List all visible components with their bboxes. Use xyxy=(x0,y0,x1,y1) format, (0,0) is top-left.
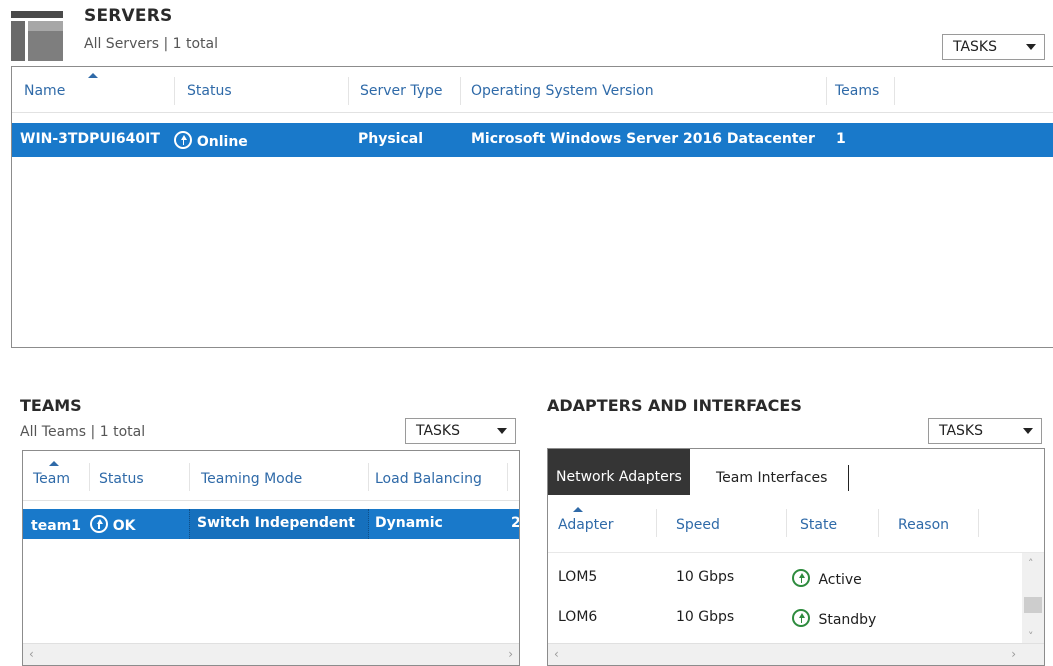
adapter-state-label: Standby xyxy=(818,612,877,628)
team-truncated-column: 2 xyxy=(511,515,520,531)
column-separator[interactable] xyxy=(368,463,369,491)
sort-ascending-icon xyxy=(88,73,98,78)
team-status: team1 OK xyxy=(31,515,135,534)
column-separator[interactable] xyxy=(978,509,979,537)
column-separator[interactable] xyxy=(89,463,90,491)
column-header-reason[interactable]: Reason xyxy=(898,517,949,533)
server-os: Microsoft Windows Server 2016 Datacenter xyxy=(471,131,815,147)
teams-title: TEAMS xyxy=(20,396,82,415)
servers-tasks-button[interactable]: TASKS xyxy=(942,34,1045,60)
adapter-speed: 10 Gbps xyxy=(676,569,735,585)
servers-tasks-label: TASKS xyxy=(953,39,997,55)
scroll-down-icon[interactable]: ˅ xyxy=(1028,630,1034,643)
column-header-server-type[interactable]: Server Type xyxy=(360,83,443,99)
scroll-right-icon[interactable]: › xyxy=(508,647,513,661)
horizontal-scrollbar[interactable]: ‹ › xyxy=(23,643,519,665)
server-status: Online xyxy=(174,131,248,150)
text-cursor xyxy=(848,465,849,491)
adapter-name: LOM6 xyxy=(558,609,598,625)
vertical-scrollbar[interactable]: ˄ ˅ xyxy=(1022,553,1044,645)
column-header-team[interactable]: Team xyxy=(33,471,70,487)
column-header-speed[interactable]: Speed xyxy=(676,517,720,533)
column-separator[interactable] xyxy=(786,509,787,537)
adapter-state: Active xyxy=(792,569,862,588)
column-separator[interactable] xyxy=(878,509,879,537)
server-type: Physical xyxy=(358,131,424,147)
column-header-status[interactable]: Status xyxy=(99,471,144,487)
adapters-tasks-button[interactable]: TASKS xyxy=(928,418,1042,444)
scroll-left-icon[interactable]: ‹ xyxy=(554,647,559,661)
scroll-right-icon[interactable]: › xyxy=(1011,647,1016,661)
chevron-down-icon xyxy=(1023,428,1033,434)
column-separator[interactable] xyxy=(826,77,827,105)
sort-ascending-icon xyxy=(573,507,583,512)
chevron-down-icon xyxy=(497,428,507,434)
adapters-panel: Network Adapters Team Interfaces Adapter… xyxy=(547,448,1045,666)
teams-grid-header: Team Status Teaming Mode Load Balancing xyxy=(23,451,519,501)
table-row[interactable]: WIN-3TDPUI640IT Online Physical Microsof… xyxy=(12,123,1053,157)
sort-ascending-icon xyxy=(49,461,59,466)
tab-network-adapters[interactable]: Network Adapters xyxy=(548,449,690,495)
team-status-label: OK xyxy=(112,518,136,534)
adapters-tasks-label: TASKS xyxy=(939,423,983,439)
column-header-status[interactable]: Status xyxy=(187,83,232,99)
column-separator[interactable] xyxy=(894,77,895,105)
servers-grid-header: Name Status Server Type Operating System… xyxy=(12,67,1053,113)
column-header-load-balancing[interactable]: Load Balancing xyxy=(375,471,482,487)
column-header-state[interactable]: State xyxy=(800,517,837,533)
server-status-label: Online xyxy=(196,134,248,150)
column-header-os-version[interactable]: Operating System Version xyxy=(471,83,654,99)
up-arrow-circle-icon xyxy=(89,515,108,533)
scroll-up-icon[interactable]: ˄ xyxy=(1028,557,1034,570)
teams-subtitle: All Teams | 1 total xyxy=(20,424,146,440)
adapter-name: LOM5 xyxy=(558,569,598,585)
column-separator[interactable] xyxy=(507,463,508,491)
column-separator[interactable] xyxy=(189,463,190,491)
column-header-teaming-mode[interactable]: Teaming Mode xyxy=(201,471,302,487)
servers-grid: Name Status Server Type Operating System… xyxy=(11,66,1053,348)
up-arrow-circle-icon xyxy=(792,609,810,627)
team-name: team1 xyxy=(31,518,81,534)
column-separator[interactable] xyxy=(656,509,657,537)
server-teams: 1 xyxy=(836,131,846,147)
column-header-name[interactable]: Name xyxy=(24,83,65,99)
adapters-title: ADAPTERS AND INTERFACES xyxy=(547,396,802,415)
up-arrow-circle-icon xyxy=(792,569,810,587)
tab-team-interfaces[interactable]: Team Interfaces xyxy=(708,463,835,495)
scrollbar-thumb[interactable] xyxy=(1024,597,1042,613)
teams-tasks-button[interactable]: TASKS xyxy=(405,418,516,444)
team-mode: Switch Independent xyxy=(197,515,355,531)
servers-title: SERVERS xyxy=(84,6,173,26)
horizontal-scrollbar[interactable]: ‹ › xyxy=(548,643,1044,665)
adapters-tabbar: Network Adapters Team Interfaces xyxy=(548,449,1044,495)
column-header-teams[interactable]: Teams xyxy=(835,83,879,99)
scroll-left-icon[interactable]: ‹ xyxy=(29,647,34,661)
adapter-state: Standby xyxy=(792,609,876,628)
column-header-adapter[interactable]: Adapter xyxy=(558,517,614,533)
team-load-balancing: Dynamic xyxy=(375,515,443,531)
column-separator[interactable] xyxy=(460,77,461,105)
table-row[interactable]: LOM5 10 Gbps Active xyxy=(548,567,1044,591)
servers-icon xyxy=(11,11,63,61)
teams-tasks-label: TASKS xyxy=(416,423,460,439)
up-arrow-circle-icon xyxy=(174,131,192,149)
adapter-state-label: Active xyxy=(818,572,862,588)
table-row[interactable]: LOM6 10 Gbps Standby xyxy=(548,607,1044,631)
server-name: WIN-3TDPUI640IT xyxy=(20,131,160,147)
column-separator[interactable] xyxy=(348,77,349,105)
table-row[interactable]: team1 OK Switch Independent Dynamic 2 xyxy=(23,509,519,539)
servers-subtitle: All Servers | 1 total xyxy=(84,36,218,52)
adapters-grid-header: Adapter Speed State Reason xyxy=(548,495,1044,553)
column-separator[interactable] xyxy=(174,77,175,105)
adapter-speed: 10 Gbps xyxy=(676,609,735,625)
chevron-down-icon xyxy=(1026,44,1036,50)
teams-grid: Team Status Teaming Mode Load Balancing … xyxy=(22,450,520,666)
